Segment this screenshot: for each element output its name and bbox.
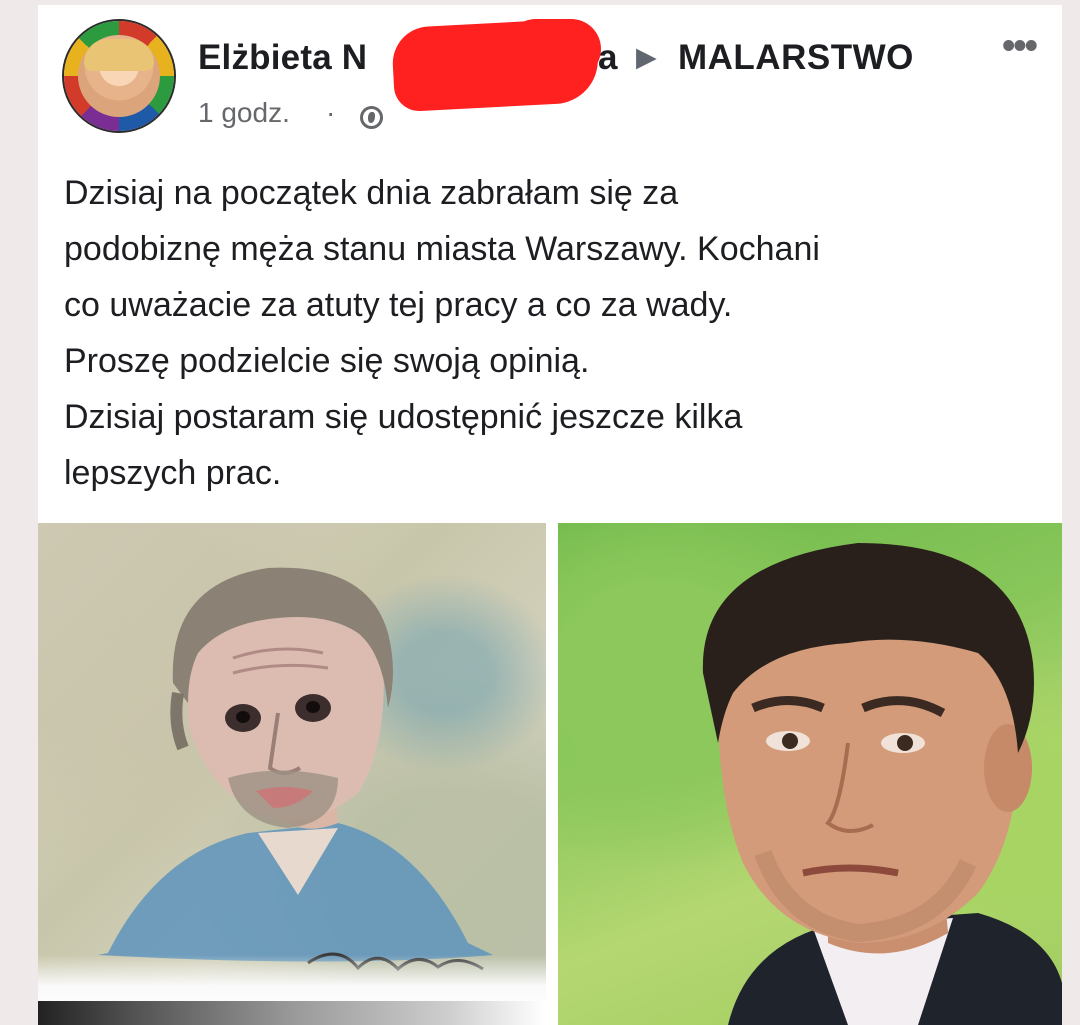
avatar-face [78, 35, 160, 117]
facebook-post-card: Elżbieta N a ▶ MALARSTWO ••• 1 godz. · D… [38, 5, 1062, 1025]
author-name-tail[interactable]: a [598, 38, 617, 78]
painting-drawing [98, 567, 493, 972]
post-media-grid [38, 523, 1062, 1025]
portrait-drawing [702, 543, 1062, 1025]
post-line: lepszych prac. [64, 454, 282, 492]
more-options-button[interactable]: ••• [1002, 25, 1038, 68]
post-timestamp[interactable]: 1 godz. [198, 97, 290, 129]
globe-icon [360, 106, 383, 129]
painting-image[interactable] [38, 523, 546, 1025]
post-line: Proszę podzielcie się swoją opinią. [64, 342, 590, 380]
post-line: podobiznę męża stanu miasta Warszawy. Ko… [64, 230, 820, 268]
post-text: Dzisiaj na początek dnia zabrałam się za… [64, 165, 1044, 501]
post-line: co uważacie za atuty tej pracy a co za w… [64, 286, 733, 324]
author-avatar[interactable] [64, 21, 174, 131]
redaction-scribble-part [506, 19, 601, 79]
post-line: Dzisiaj postaram się udostępnić jeszcze … [64, 398, 743, 436]
portrait-photo[interactable] [558, 523, 1062, 1025]
post-line: Dzisiaj na początek dnia zabrałam się za [64, 174, 679, 212]
group-name-link[interactable]: MALARSTWO [678, 38, 914, 78]
right-triangle-icon: ▶ [636, 42, 657, 72]
painting-bottom-edge [38, 1001, 546, 1025]
author-name[interactable]: Elżbieta N [198, 38, 367, 78]
time-separator: · [326, 97, 336, 128]
avatar-hair [84, 39, 154, 71]
post-header: Elżbieta N a ▶ MALARSTWO ••• 1 godz. · [38, 5, 1062, 140]
